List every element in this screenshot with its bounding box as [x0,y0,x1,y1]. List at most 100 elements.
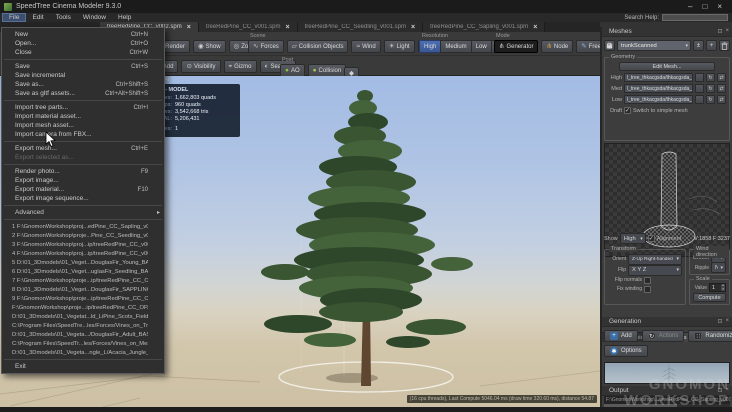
mesh-select-dropdown[interactable]: trunkScanned ▾ [617,40,691,51]
wind-button[interactable]: ≈ Wind [351,40,381,53]
tab-treeRedPine_CC_v001[interactable]: treeRedPine_CC_v001.spm × [198,22,298,32]
menu-item-recent-14[interactable]: C:\Program Files\SpeedTr...les/Forces/Vi… [2,339,164,348]
tab-treeRedPine_CC_Sapling_v001[interactable]: treeRedPine_CC_Sapling_v001.spm × [423,22,546,32]
menu-item-recent-3[interactable]: 3 F:\GnomonWorkshop\proj...ip/treeRedPin… [2,240,164,249]
lod-slot-button[interactable] [695,73,704,82]
mode-generator-button[interactable]: ⋔ Generator [494,40,539,53]
actions-button[interactable]: ↻ Actions [641,330,685,342]
close-panel-icon[interactable]: × [725,318,729,325]
menu-item-recent-15[interactable]: D:\01_3Dmodels\01_Vegeta...ngle_L/Acacia… [2,348,164,360]
flip-dropdown[interactable]: X Y Z ▾ [628,264,682,276]
menu-item-save[interactable]: Save Ctrl+S ▸ [2,62,164,71]
flip-normals-checkbox[interactable] [644,276,651,284]
menu-item-import-mesh-asset[interactable]: Import mesh asset... ▸ [2,121,164,130]
show-button[interactable]: ◉ Show [192,40,226,53]
minimize-icon[interactable]: – [688,1,692,13]
float-panel-icon[interactable]: ⊡ [717,387,722,394]
alignment-checkbox[interactable]: ✓ [647,235,655,242]
menu-item-recent-12[interactable]: C:\Program Files\SpeedTre...les/Forces/V… [2,321,164,330]
menu-item-exit[interactable]: Exit ▸ [2,362,164,371]
search-help-input[interactable] [662,14,728,21]
scale-value-spinner[interactable]: 1 ▴ ▾ [709,283,726,292]
menu-item-new[interactable]: New Ctrl+N ▸ [2,30,164,39]
menu-item-save-incremental[interactable]: Save incremental ▸ [2,71,164,80]
swap-icon[interactable]: ⇄ [717,95,726,104]
swap-icon[interactable]: ⇄ [717,73,726,82]
lod-slot-button[interactable] [695,95,704,104]
lod-path-field[interactable]: l_tree_thkacgsda/thkacgsda_LOD0.fbx [624,73,693,82]
menu-item-export-mesh[interactable]: Export mesh... Ctrl+E ▸ [2,144,164,153]
collision-objects-button[interactable]: ▱ Collision Objects [286,40,349,53]
menu-item-export-image-sequence[interactable]: Export image sequence... ▸ [2,194,164,206]
add-generator-button[interactable]: + Add [604,330,638,342]
lod-path-field[interactable]: l_tree_thkacgsda/thkacgsda_LOD4.fbx [624,95,693,104]
menu-item-recent-2[interactable]: 2 F:\GnomonWorkshop\proje...Pine_CC_Seed… [2,231,164,240]
menu-item-recent-5[interactable]: 5 D:\01_3Dmodels\01_Veget...DouglasFir_Y… [2,258,164,267]
menu-item-import-tree-parts[interactable]: Import tree parts... Ctrl+I ▸ [2,103,164,112]
forces-button[interactable]: ∿ Forces [248,40,284,53]
reload-icon[interactable]: ↻ [706,73,715,82]
menu-item-close[interactable]: Close Ctrl+W ▸ [2,48,164,60]
close-tab-icon[interactable]: × [411,24,415,31]
resolution-low-button[interactable]: Low [470,40,492,53]
show-dropdown[interactable]: High ▾ [619,233,646,244]
menu-item-recent-13[interactable]: D:\01_3Dmodels\01_Vegeta.../DouglasFir_A… [2,330,164,339]
menu-item-save-as-gltf[interactable]: Save as gltf assets... Ctrl+Alt+Shift+S … [2,89,164,101]
menu-item-export-material[interactable]: Export material... F10 ▸ [2,185,164,194]
mode-node-button[interactable]: ⋔ Node [541,40,574,53]
menu-item-import-camera-fbx[interactable]: Import camera from FBX... ▸ [2,130,164,142]
close-panel-icon[interactable]: × [725,387,729,394]
menu-item-advanced[interactable]: Advanced ▸ [2,208,164,220]
fix-winding-checkbox[interactable] [644,285,651,293]
ripple-dropdown[interactable]: Normal ▾ [711,262,726,273]
menu-file[interactable]: File [2,13,27,22]
close-tab-icon[interactable]: × [187,24,191,31]
pan-tool-button[interactable] [604,40,615,51]
menu-window[interactable]: Window [77,13,112,22]
tab-treeRedPine_CC_Seedling_v001[interactable]: treeRedPine_CC_Seedling_v001.spm × [297,22,424,32]
options-button[interactable]: ✱ Options [604,345,648,357]
menu-item-open[interactable]: Open... Ctrl+O ▸ [2,39,164,48]
edit-mesh-list-button[interactable]: ± [693,40,704,51]
menu-item-recent-1[interactable]: 1 F:\GnomonWorkshop\proj...edPine_CC_Sap… [2,222,164,231]
light-button[interactable]: ☀ Light [383,40,415,53]
swap-icon[interactable]: ⇄ [717,84,726,93]
menu-edit[interactable]: Edit [26,13,49,22]
draft-checkbox[interactable]: ✓ [624,107,631,114]
menu-item-recent-11[interactable]: D:\01_3Dmodels\01_Vegetat...ld_LiPine_Sc… [2,312,164,321]
float-panel-icon[interactable]: ⊡ [717,28,722,35]
float-panel-icon[interactable]: ⊡ [717,318,722,325]
visibility-button[interactable]: ⊙ Visibility [181,60,221,73]
menu-item-render-photo[interactable]: Render photo... F9 ▸ [2,167,164,176]
menu-item-recent-7[interactable]: 7 F:\GnomonWorkshop\proje...ip/treeRedPi… [2,276,164,285]
edit-mesh-button[interactable]: Edit Mesh... [619,62,715,71]
menu-help[interactable]: Help [112,13,137,22]
randomize-button[interactable]: ∷ Randomize [688,330,732,342]
menu-item-export-image[interactable]: Export image... ▸ [2,176,164,185]
reload-icon[interactable]: ↻ [706,95,715,104]
menu-item-save-as[interactable]: Save as... Ctrl+Shift+S ▸ [2,80,164,89]
menu-item-recent-8[interactable]: 8 D:\01_3Dmodels\01_Veget...DouglasFir_S… [2,285,164,294]
menu-tools[interactable]: Tools [50,13,77,22]
menu-item-import-material-asset[interactable]: Import material asset... ▸ [2,112,164,121]
close-icon[interactable]: × [717,1,722,13]
menu-item-export-selected-as[interactable]: Export selected as... ▸ [2,153,164,165]
generation-preview[interactable] [604,362,730,384]
compute-button[interactable]: Compute [693,293,726,302]
gizmo-button[interactable]: ⌖ Gizmo [223,60,257,73]
menu-item-recent-9[interactable]: 9 F:\GnomonWorkshop\proje...ip/treeRedPi… [2,294,164,303]
close-tab-icon[interactable]: × [286,24,290,31]
menu-item-recent-6[interactable]: 6 D:\01_3Dmodels\01_Veget...uglasFir_See… [2,267,164,276]
reload-icon[interactable]: ↻ [706,84,715,93]
close-panel-icon[interactable]: × [725,28,729,35]
resolution-medium-button[interactable]: Medium [440,40,472,53]
menu-item-recent-4[interactable]: 4 F:\GnomonWorkshop\proj...ip/treeRedPin… [2,249,164,258]
lod-slot-button[interactable] [695,84,704,93]
maximize-icon[interactable]: □ [702,1,707,13]
menu-item-recent-10[interactable]: F:\GnomonWorkshop\proje...ip/treeRedPine… [2,303,164,312]
close-tab-icon[interactable]: × [533,24,537,31]
resolution-high-button[interactable]: High [419,40,442,53]
lod-path-field[interactable]: l_tree_thkacgsda/thkacgsda_LOD2.fbx [624,84,693,93]
add-mesh-button[interactable]: + [706,40,717,51]
orient-dropdown[interactable]: Z-Up Right-handed ▾ [628,253,682,265]
